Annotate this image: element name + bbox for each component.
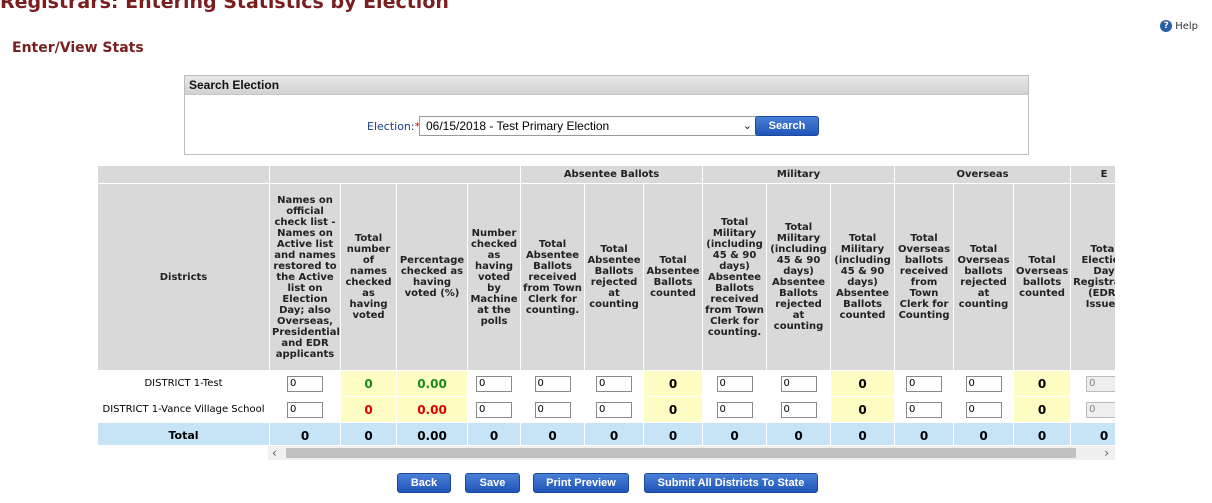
district-name: DISTRICT 1-Test [97, 370, 270, 397]
col-names-on-list: Names on official check list - Names on … [269, 183, 341, 371]
col-absentee-counted: Total Absentee Ballots counted [642, 183, 704, 371]
total-absentee-received: 0 [520, 422, 585, 445]
scroll-left-icon[interactable]: ‹ [272, 446, 277, 460]
total-checked-value: 0 [340, 396, 397, 423]
election-select-value: 06/15/2018 - Test Primary Election [426, 119, 610, 133]
names-on-list-input[interactable]: 0 [287, 401, 323, 418]
section-title: Enter/View Stats [12, 40, 144, 56]
total-absentee-rejected: 0 [584, 422, 644, 445]
military-counted-value: 0 [830, 370, 896, 397]
col-military-received: Total Military (including 45 & 90 days) … [702, 183, 768, 371]
col-percentage: Percentage checked as having voted (%) [396, 183, 468, 371]
col-absentee-received: Total Absentee Ballots received from Tow… [520, 183, 585, 371]
table-row: DISTRICT 1-Test 0 0 0.00 0 0 0 0 0 0 0 0… [97, 370, 1115, 397]
search-button[interactable]: Search [755, 116, 819, 136]
absentee-counted-value: 0 [642, 370, 704, 397]
overseas-received-input[interactable]: 0 [906, 375, 943, 392]
total-percentage: 0.00 [396, 422, 468, 445]
group-header-military: Military [702, 165, 896, 184]
absentee-received-input[interactable]: 0 [534, 375, 571, 392]
col-edr: Total Election Day Registrations (EDR) I… [1070, 183, 1115, 371]
total-military-received: 0 [702, 422, 768, 445]
total-military-counted: 0 [830, 422, 896, 445]
absentee-rejected-input[interactable]: 0 [596, 375, 632, 392]
names-on-list-input[interactable]: 0 [287, 375, 323, 392]
total-row: Total 0 0 0.00 0 0 0 0 0 0 0 0 0 0 0 [97, 422, 1115, 445]
group-header-blank [97, 165, 270, 184]
col-machine: Number checked as having voted by Machin… [467, 183, 521, 371]
election-select[interactable]: 06/15/2018 - Test Primary Election ⌄ [419, 116, 757, 136]
horizontal-scrollbar[interactable]: ‹ › [268, 446, 1115, 460]
col-overseas-received: Total Overseas ballots received from Tow… [894, 183, 955, 371]
military-rejected-input[interactable]: 0 [780, 375, 817, 392]
submit-all-districts-button[interactable]: Submit All Districts To State [644, 473, 818, 493]
save-button[interactable]: Save [465, 473, 520, 493]
total-edr: 0 [1070, 422, 1115, 445]
percentage-value: 0.00 [396, 396, 468, 423]
chevron-down-icon: ⌄ [742, 120, 752, 132]
total-machine: 0 [467, 422, 521, 445]
edr-input[interactable]: 0 [1086, 375, 1115, 392]
overseas-received-input[interactable]: 0 [906, 401, 943, 418]
scroll-right-icon[interactable]: › [1104, 446, 1109, 460]
military-received-input[interactable]: 0 [716, 375, 753, 392]
total-overseas-rejected: 0 [953, 422, 1015, 445]
col-overseas-counted: Total Overseas ballots counted [1013, 183, 1072, 371]
total-checked-value: 0 [340, 370, 397, 397]
page-top-title: Registrars: Entering Statistics by Elect… [0, 0, 449, 13]
help-icon: ? [1160, 20, 1173, 32]
help-label: Help [1175, 20, 1198, 32]
election-label: Election:* [367, 120, 421, 133]
total-military-rejected: 0 [766, 422, 832, 445]
total-names-on-list: 0 [269, 422, 341, 445]
scroll-thumb[interactable] [286, 448, 1076, 458]
machine-input[interactable]: 0 [476, 401, 512, 418]
military-counted-value: 0 [830, 396, 896, 423]
back-button[interactable]: Back [397, 473, 451, 493]
col-military-rejected: Total Military (including 45 & 90 days) … [766, 183, 832, 371]
total-total-checked: 0 [340, 422, 397, 445]
group-header-overseas: Overseas [894, 165, 1072, 184]
absentee-rejected-input[interactable]: 0 [596, 401, 632, 418]
percentage-value: 0.00 [396, 370, 468, 397]
group-header-blank-2 [269, 165, 521, 184]
col-overseas-rejected: Total Overseas ballots rejected at count… [953, 183, 1015, 371]
col-districts: Districts [97, 183, 270, 371]
total-absentee-counted: 0 [642, 422, 704, 445]
district-name: DISTRICT 1-Vance Village School [97, 396, 270, 423]
total-overseas-received: 0 [894, 422, 955, 445]
group-header-edr: E [1070, 165, 1115, 184]
total-overseas-counted: 0 [1013, 422, 1072, 445]
print-preview-button[interactable]: Print Preview [533, 473, 629, 493]
group-header-absentee: Absentee Ballots [519, 165, 704, 184]
overseas-rejected-input[interactable]: 0 [965, 401, 1002, 418]
col-absentee-rejected: Total Absentee Ballots rejected at count… [584, 183, 644, 371]
military-received-input[interactable]: 0 [716, 401, 753, 418]
overseas-counted-value: 0 [1013, 396, 1072, 423]
search-panel-header: Search Election [185, 76, 1028, 95]
stats-table-container: Absentee Ballots Military Overseas E Dis… [97, 165, 1115, 445]
absentee-received-input[interactable]: 0 [534, 401, 571, 418]
stats-table: Absentee Ballots Military Overseas E Dis… [97, 165, 1115, 445]
help-link[interactable]: ? Help [1160, 20, 1198, 32]
table-row: DISTRICT 1-Vance Village School 0 0 0.00… [97, 396, 1115, 423]
search-election-panel: Search Election Election:* 06/15/2018 - … [184, 75, 1029, 155]
machine-input[interactable]: 0 [476, 375, 512, 392]
search-row: Election:* 06/15/2018 - Test Primary Ele… [185, 116, 1028, 138]
military-rejected-input[interactable]: 0 [780, 401, 817, 418]
overseas-counted-value: 0 [1013, 370, 1072, 397]
total-label: Total [97, 422, 270, 445]
col-military-counted: Total Military (including 45 & 90 days) … [830, 183, 896, 371]
overseas-rejected-input[interactable]: 0 [965, 375, 1002, 392]
col-total-checked: Total number of names checked as having … [340, 183, 397, 371]
edr-input[interactable]: 0 [1086, 401, 1115, 418]
absentee-counted-value: 0 [642, 396, 704, 423]
